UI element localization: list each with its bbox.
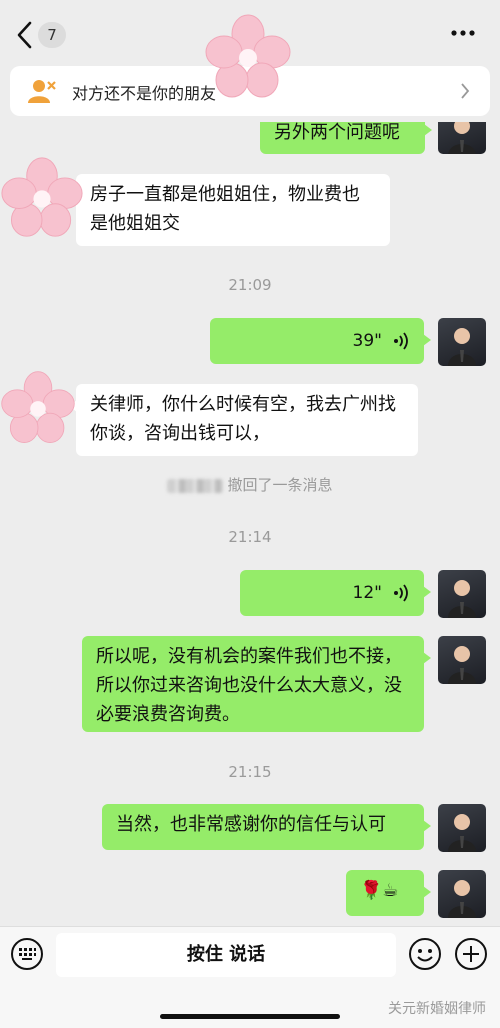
message-text: 房子一直都是他姐姐住，物业费也是他姐姐交 [90,184,360,234]
avatar-self[interactable] [438,804,486,852]
recall-text: 撤回了一条消息 [227,476,333,494]
recall-notice: 撤回了一条消息 [0,474,500,495]
voice-message[interactable]: 12" [240,570,431,616]
message-bubble-outgoing[interactable]: 当然，也非常感谢你的信任与认可 [102,804,431,850]
home-indicator [160,1014,340,1019]
unread-count-badge[interactable]: 7 [38,22,66,48]
message-bubble-incoming[interactable]: 关律师，你什么时候有空，我去广州找你谈，咨询出钱可以， [69,384,418,456]
not-friend-notice[interactable]: 对方还不是你的朋友 [10,66,490,116]
avatar-self[interactable] [438,870,486,918]
message-text: 🌹☕ [360,880,399,901]
timestamp: 21:09 [228,276,272,294]
back-button[interactable] [14,18,36,52]
notice-text: 对方还不是你的朋友 [72,84,217,103]
message-text: 关律师，你什么时候有空，我去广州找你谈，咨询出钱可以， [90,394,396,444]
message-bubble-outgoing[interactable]: 所以呢，没有机会的案件我们也不接，所以你过来咨询也没什么太大意义，没必要浪费咨询… [82,636,431,732]
voice-message[interactable]: 39" [210,318,431,364]
avatar-self[interactable] [438,318,486,366]
more-dots-icon[interactable] [450,28,476,38]
message-bubble-incoming[interactable]: 房子一直都是他姐姐住，物业费也是他姐姐交 [69,174,390,246]
emoji-icon[interactable] [408,937,442,971]
timestamp: 21:14 [228,528,272,546]
flower-sticker [1,371,75,443]
blurred-name [167,478,224,493]
message-bubble-emoji[interactable]: 🌹☕ [346,870,431,916]
voice-wave-icon [394,332,408,350]
watermark: 关元新婚姻律师 [388,1001,486,1017]
timestamp: 21:15 [228,763,272,781]
hold-to-talk-button[interactable]: 按住 说话 [56,933,396,977]
chat-header: 7 [0,0,500,66]
voice-duration: 39" [352,330,382,351]
message-text: 另外两个问题呢 [274,122,400,143]
keyboard-icon[interactable] [10,937,44,971]
voice-wave-icon [394,584,408,602]
chevron-right-icon [461,83,470,99]
voice-duration: 12" [352,582,382,603]
avatar-self[interactable] [438,570,486,618]
message-text: 所以呢，没有机会的案件我们也不接，所以你过来咨询也没什么太大意义，没必要浪费咨询… [96,646,402,725]
message-text: 当然，也非常感谢你的信任与认可 [116,814,386,835]
avatar-self[interactable] [438,636,486,684]
back-chevron-icon [17,21,32,49]
stranger-icon [28,80,56,103]
plus-icon[interactable] [454,937,488,971]
